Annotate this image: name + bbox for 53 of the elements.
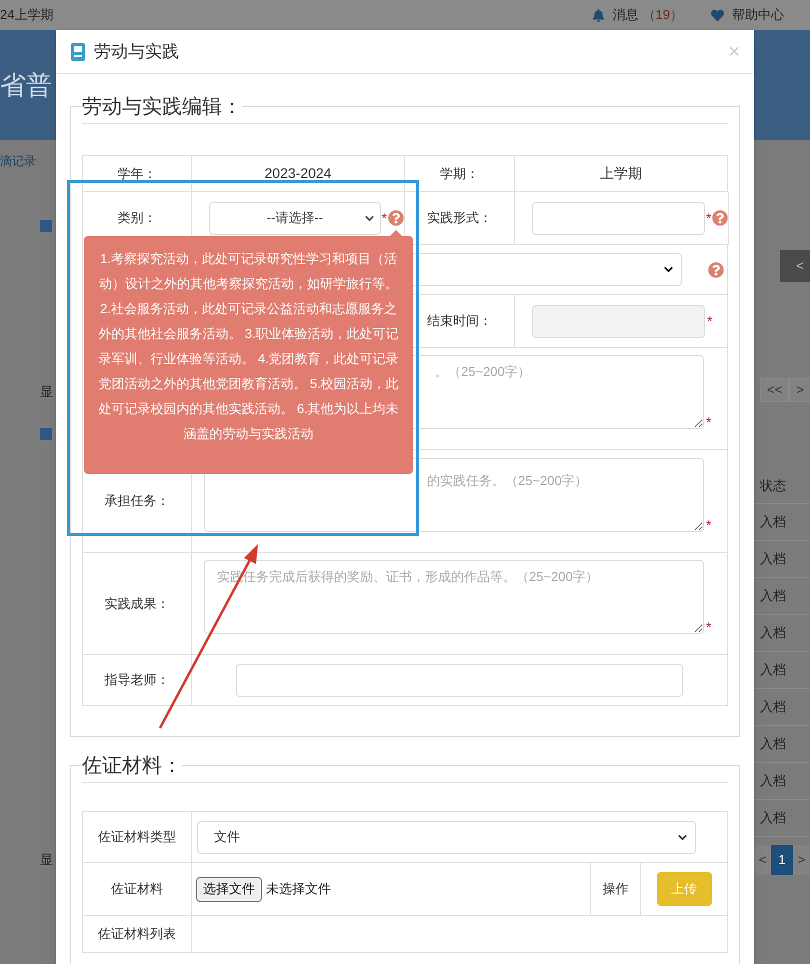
- semester-value: 上学期: [600, 164, 642, 183]
- section-icon: [40, 220, 52, 232]
- required-mark: *: [707, 314, 712, 328]
- dialog-title: 劳动与实践: [94, 40, 179, 63]
- field-label: 指导老师：: [104, 671, 170, 690]
- book-icon: [70, 42, 86, 62]
- field-label: 承担任务：: [104, 492, 170, 510]
- practice-form-field[interactable]: [532, 202, 705, 234]
- file-status: 未选择文件: [266, 880, 331, 898]
- evidence-type-select[interactable]: 文件: [197, 820, 696, 854]
- field-label: 学年：: [118, 164, 156, 183]
- bell-icon[interactable]: [592, 8, 605, 22]
- help-icon[interactable]: [388, 210, 404, 226]
- help-icon[interactable]: [708, 262, 724, 278]
- field-label: 佐证材料类型: [98, 828, 176, 846]
- tooltip-arrow: [390, 230, 402, 236]
- required-mark: *: [382, 211, 387, 225]
- term-label: 24上学期: [0, 6, 54, 24]
- messages-link[interactable]: 消息: [612, 5, 639, 25]
- pager-button[interactable]: <<: [760, 378, 790, 402]
- field-label: 佐证材料列表: [98, 925, 176, 944]
- field-label: 实践形式：: [427, 209, 492, 228]
- school-year-value: 2023-2024: [264, 164, 332, 183]
- field-label: 佐证材料: [111, 880, 163, 898]
- field-label: 类别：: [118, 209, 156, 228]
- left-label: 显: [40, 850, 54, 868]
- breadcrumb-link[interactable]: 滴记录: [0, 152, 56, 170]
- banner-title: 省普: [0, 68, 52, 102]
- field-label: 操作: [602, 880, 628, 898]
- message-count: （19）: [642, 6, 683, 24]
- page-button[interactable]: >: [793, 845, 810, 875]
- heart-icon[interactable]: [711, 8, 724, 22]
- section-icon: [40, 428, 52, 440]
- task-textarea[interactable]: 的实践任务。（25~200字）: [204, 458, 704, 532]
- category-select[interactable]: --请选择--: [209, 202, 381, 234]
- tooltip: 1.考察探究活动，此处可记录研究性学习和项目（活动）设计之外的其他考察探究活动，如研学旅行等。 2.社会服务活动，此处可记录公益活动和志愿服务之外的其他社会服务活动。 3.职业体验活动，此处可记录军训、行业体验等活动。 4.党团教育，此处可记录党团活动之外的其他党团教育活动。 5.校园活动，此处可记录校园内的其他实践活动。 6.其他为以上均未涵盖的劳动与实践活动: [84, 236, 413, 474]
- required-mark: *: [706, 211, 712, 225]
- help-icon[interactable]: [712, 210, 728, 226]
- back-button[interactable]: <: [780, 250, 810, 282]
- field-label: 学期：: [440, 164, 479, 183]
- end-time-field[interactable]: [532, 304, 705, 338]
- required-mark: *: [706, 620, 712, 634]
- page-button[interactable]: <: [754, 845, 771, 875]
- choose-file-button[interactable]: 选择文件: [196, 876, 262, 902]
- field-label: 实践成果：: [104, 594, 170, 613]
- field-label: 结束时间：: [427, 312, 492, 330]
- pager-button[interactable]: >: [789, 378, 810, 402]
- page-button[interactable]: 1: [771, 845, 793, 875]
- teacher-field[interactable]: [236, 664, 683, 696]
- left-label: 显: [40, 383, 54, 401]
- help-link[interactable]: 帮助中心: [732, 5, 784, 25]
- required-mark: *: [706, 518, 712, 532]
- required-mark: *: [706, 415, 712, 429]
